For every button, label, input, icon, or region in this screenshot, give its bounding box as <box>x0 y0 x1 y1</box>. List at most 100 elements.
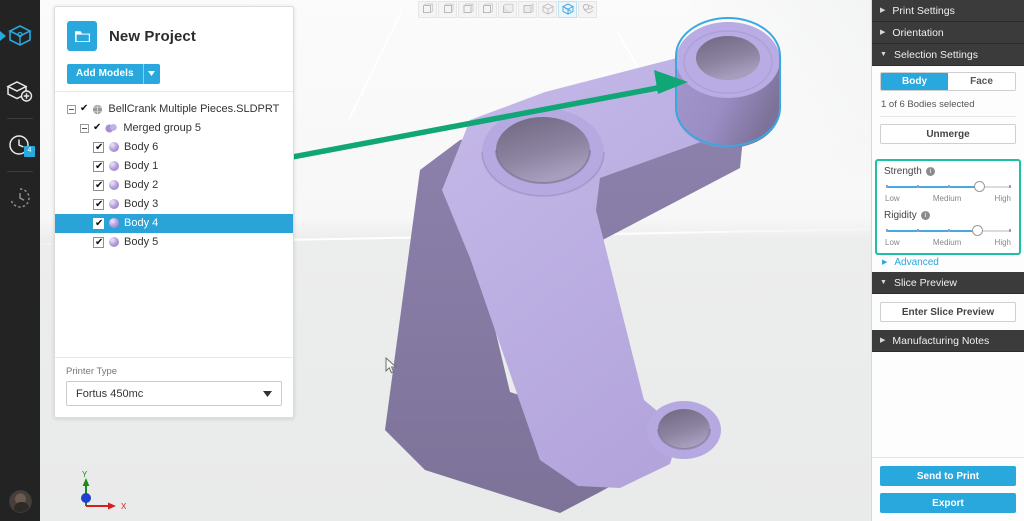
axis-label-x: X <box>121 502 127 511</box>
slider-tick <box>1008 185 1011 188</box>
scale-medium: Medium <box>932 194 962 203</box>
strength-rigidity-highlight-box: Strength i Low Medium High Rigidity i Lo… <box>875 159 1021 255</box>
tab-body[interactable]: Body <box>881 73 948 90</box>
view-cube-bottom[interactable] <box>518 0 537 18</box>
slider-tick <box>1008 229 1011 232</box>
chevron-down-icon: ▼ <box>880 51 887 58</box>
tree-checkbox[interactable]: ✔ <box>93 236 104 248</box>
tree-row-body-1[interactable]: ✔ Body 1 <box>55 157 293 176</box>
view-cube-front[interactable] <box>418 0 437 18</box>
printer-type-select[interactable]: Fortus 450mc <box>66 381 282 406</box>
mouse-cursor <box>385 357 397 374</box>
strength-slider[interactable] <box>886 181 1011 192</box>
rail-item-models[interactable] <box>0 14 40 58</box>
section-header-manufacturing-notes[interactable]: ▶ Manufacturing Notes <box>872 330 1024 352</box>
tree-label: Merged group 5 <box>123 122 202 134</box>
view-cube-perspective[interactable] <box>578 0 597 18</box>
avatar[interactable] <box>9 490 32 513</box>
strength-label: Strength <box>884 166 922 177</box>
view-orientation-toolbar <box>418 0 597 18</box>
tree-label: Body 1 <box>124 160 159 172</box>
body-icon <box>109 199 119 209</box>
body-icon <box>109 180 119 190</box>
strength-label-row: Strength i <box>884 166 1012 177</box>
send-to-print-button[interactable]: Send to Print <box>880 466 1016 486</box>
part-icon <box>92 104 103 115</box>
add-model-icon <box>6 81 33 102</box>
section-header-orientation[interactable]: ▶ Orientation <box>872 22 1024 44</box>
enter-slice-preview-button[interactable]: Enter Slice Preview <box>880 302 1016 322</box>
advanced-link[interactable]: ▶ Advanced <box>872 255 1024 272</box>
add-models-caret-icon[interactable] <box>142 63 160 84</box>
axis-label-y: Y <box>82 470 88 479</box>
tree-label: Body 2 <box>124 179 159 191</box>
unmerge-button[interactable]: Unmerge <box>880 124 1016 144</box>
print-history-badge: 4 <box>24 146 35 157</box>
view-cube-left[interactable] <box>458 0 477 18</box>
body-icon <box>109 218 119 228</box>
chevron-right-icon: ▶ <box>880 337 886 344</box>
strength-scale: Low Medium High <box>884 194 1012 203</box>
tree-label: Body 3 <box>124 198 159 210</box>
tree-row-part[interactable]: ✔ BellCrank Multiple Pieces.SLDPRT <box>55 100 293 119</box>
add-models-label: Add Models <box>76 68 134 79</box>
slider-knob[interactable] <box>974 181 985 192</box>
scale-high: High <box>994 194 1011 203</box>
view-cube-home[interactable] <box>558 0 577 18</box>
tree-checkbox[interactable]: ✔ <box>93 141 104 153</box>
tree-label: Body 5 <box>124 236 159 248</box>
rail-item-recent-activity[interactable] <box>0 176 40 220</box>
view-cube-right[interactable] <box>478 0 497 18</box>
section-header-slice-preview[interactable]: ▼ Slice Preview <box>872 272 1024 294</box>
add-models-button[interactable]: Add Models <box>67 63 160 84</box>
info-icon[interactable]: i <box>925 167 935 176</box>
tree-toggle-icon[interactable] <box>67 104 76 114</box>
selection-settings-body: Body Face 1 of 6 Bodies selected Unmerge <box>872 66 1024 152</box>
tree-check-mark[interactable]: ✔ <box>80 104 88 114</box>
section-title: Print Settings <box>892 4 955 17</box>
slider-knob[interactable] <box>971 225 983 236</box>
rail-selection-arrow <box>0 31 6 41</box>
printer-type-value: Fortus 450mc <box>76 387 144 400</box>
tree-label: Body 4 <box>124 217 159 229</box>
slider-tick <box>886 229 888 232</box>
tree-row-body-5[interactable]: ✔ Body 5 <box>55 233 293 252</box>
rail-item-print-history[interactable]: 4 <box>0 123 40 167</box>
tree-row-body-6[interactable]: ✔ Body 6 <box>55 138 293 157</box>
rigidity-slider[interactable] <box>886 225 1011 236</box>
rigidity-label-row: Rigidity i <box>884 210 1012 221</box>
advanced-label: Advanced <box>894 257 939 268</box>
tree-checkbox[interactable]: ✔ <box>93 198 104 210</box>
tree-row-body-4[interactable]: ✔ Body 4 <box>55 213 293 233</box>
view-cube-top[interactable] <box>498 0 517 18</box>
chevron-right-icon: ▶ <box>882 259 888 266</box>
tab-face[interactable]: Face <box>948 73 1015 90</box>
tree-row-merged-group[interactable]: ✔ Merged group 5 <box>55 119 293 138</box>
rail-item-add-model[interactable] <box>0 70 40 114</box>
tree-checkbox[interactable]: ✔ <box>93 179 104 191</box>
tree-check-mark[interactable]: ✔ <box>93 123 101 133</box>
tree-row-body-3[interactable]: ✔ Body 3 <box>55 195 293 214</box>
tree-checkbox[interactable]: ✔ <box>93 160 104 172</box>
view-cube-back[interactable] <box>438 0 457 18</box>
chevron-down-icon[interactable] <box>263 388 272 400</box>
models-view-icon <box>8 25 32 46</box>
export-button[interactable]: Export <box>880 493 1016 513</box>
tree-row-body-2[interactable]: ✔ Body 2 <box>55 176 293 195</box>
tree-checkbox[interactable]: ✔ <box>93 217 104 229</box>
slider-fill <box>886 230 977 232</box>
tree-toggle-icon[interactable] <box>80 123 89 133</box>
project-panel-header: New Project <box>55 7 293 63</box>
slider-fill <box>886 186 979 188</box>
chevron-down-icon: ▼ <box>880 279 887 286</box>
section-header-selection-settings[interactable]: ▼ Selection Settings <box>872 44 1024 66</box>
left-icon-rail: 4 <box>0 0 40 521</box>
axis-label-z <box>81 493 91 503</box>
info-icon[interactable]: i <box>920 211 930 220</box>
view-cube-iso[interactable] <box>538 0 557 18</box>
section-header-print-settings[interactable]: ▶ Print Settings <box>872 0 1024 22</box>
model-tree[interactable]: ✔ BellCrank Multiple Pieces.SLDPRT ✔ Mer… <box>55 92 293 372</box>
section-title: Orientation <box>892 26 944 39</box>
scale-medium: Medium <box>932 238 962 247</box>
page-title: New Project <box>109 27 196 45</box>
